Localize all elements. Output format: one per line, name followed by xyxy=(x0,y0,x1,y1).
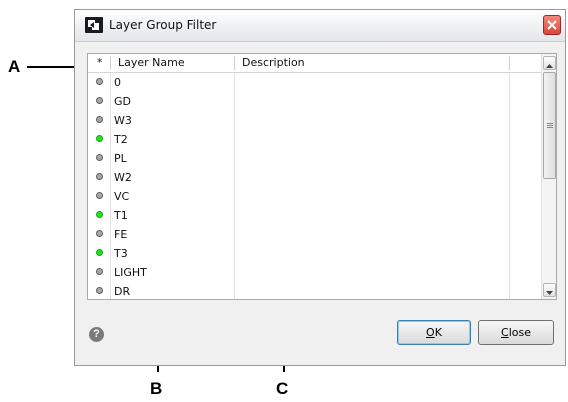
layer-status-icon[interactable] xyxy=(96,78,103,85)
column-divider[interactable] xyxy=(509,56,510,70)
table-row[interactable]: VC xyxy=(88,187,543,206)
table-row[interactable]: 0 xyxy=(88,73,543,92)
layer-status-icon[interactable] xyxy=(96,230,103,237)
dialog-title: Layer Group Filter xyxy=(109,18,217,32)
layer-status-icon[interactable] xyxy=(96,249,103,256)
layer-name-cell: T2 xyxy=(114,133,128,146)
table-row[interactable]: T1 xyxy=(88,206,543,225)
layer-status-icon[interactable] xyxy=(96,154,103,161)
ok-mnemonic: O xyxy=(426,326,435,339)
scrollbar-thumb[interactable] xyxy=(543,72,556,179)
table-row[interactable]: T3 xyxy=(88,244,543,263)
table-row[interactable]: FE xyxy=(88,225,543,244)
app-icon xyxy=(85,17,103,33)
layer-name-cell: W2 xyxy=(114,171,132,184)
thumb-grip xyxy=(547,125,553,126)
column-divider[interactable] xyxy=(110,56,111,70)
thumb-grip xyxy=(547,123,553,124)
layer-name-cell: DR xyxy=(114,285,131,298)
scroll-down-button[interactable] xyxy=(543,283,556,297)
layer-name-cell: W3 xyxy=(114,114,132,127)
scroll-up-icon xyxy=(546,64,553,68)
table-row[interactable]: T2 xyxy=(88,130,543,149)
column-header-status[interactable]: * xyxy=(97,54,103,72)
layer-name-cell: T3 xyxy=(114,247,128,260)
close-label-rest: lose xyxy=(508,326,531,339)
table-row[interactable]: LIGHT xyxy=(88,263,543,282)
callout-label-b: B xyxy=(150,379,163,398)
layer-name-cell: FE xyxy=(114,228,128,241)
layer-name-cell: LIGHT xyxy=(114,266,147,279)
table-row[interactable]: PL xyxy=(88,149,543,168)
table-row[interactable]: W3 xyxy=(88,111,543,130)
layer-group-filter-dialog: Layer Group Filter * Layer Name Descript… xyxy=(74,9,566,366)
layer-status-icon[interactable] xyxy=(96,173,103,180)
layer-list[interactable]: * Layer Name Description 0 GD W3 T2 PL W2 VC T1… xyxy=(87,53,557,300)
close-mnemonic: C xyxy=(501,326,509,339)
scroll-up-button[interactable] xyxy=(543,56,556,70)
column-divider[interactable] xyxy=(234,56,235,70)
layer-name-cell: T1 xyxy=(114,209,128,222)
column-header-layer-name[interactable]: Layer Name xyxy=(118,54,185,72)
table-row[interactable]: DR xyxy=(88,282,543,299)
layer-status-icon[interactable] xyxy=(96,97,103,104)
layer-status-icon[interactable] xyxy=(96,211,103,218)
layer-status-icon[interactable] xyxy=(96,192,103,199)
column-header-description[interactable]: Description xyxy=(242,54,305,72)
title-bar[interactable]: Layer Group Filter xyxy=(75,10,565,42)
callout-label-a: A xyxy=(8,57,21,76)
layer-name-cell: PL xyxy=(114,152,127,165)
close-window-button[interactable] xyxy=(543,15,561,35)
layer-name-cell: 0 xyxy=(114,76,121,89)
close-button[interactable]: Close xyxy=(478,320,554,345)
scroll-down-icon xyxy=(546,291,553,295)
vertical-scrollbar[interactable] xyxy=(541,54,556,299)
ok-label-rest: K xyxy=(434,326,442,339)
layer-name-cell: VC xyxy=(114,190,130,203)
layer-status-icon[interactable] xyxy=(96,287,103,294)
layer-status-icon[interactable] xyxy=(96,116,103,123)
help-icon[interactable]: ? xyxy=(89,327,104,342)
ok-button[interactable]: OK xyxy=(397,320,471,345)
thumb-grip xyxy=(547,127,553,128)
layer-name-cell: GD xyxy=(114,95,131,108)
layer-status-icon[interactable] xyxy=(96,268,103,275)
table-row[interactable]: W2 xyxy=(88,168,543,187)
layer-status-icon[interactable] xyxy=(96,135,103,142)
table-row[interactable]: GD xyxy=(88,92,543,111)
list-header: * Layer Name Description xyxy=(88,54,543,73)
close-icon xyxy=(547,20,557,30)
callout-label-c: C xyxy=(276,379,289,398)
